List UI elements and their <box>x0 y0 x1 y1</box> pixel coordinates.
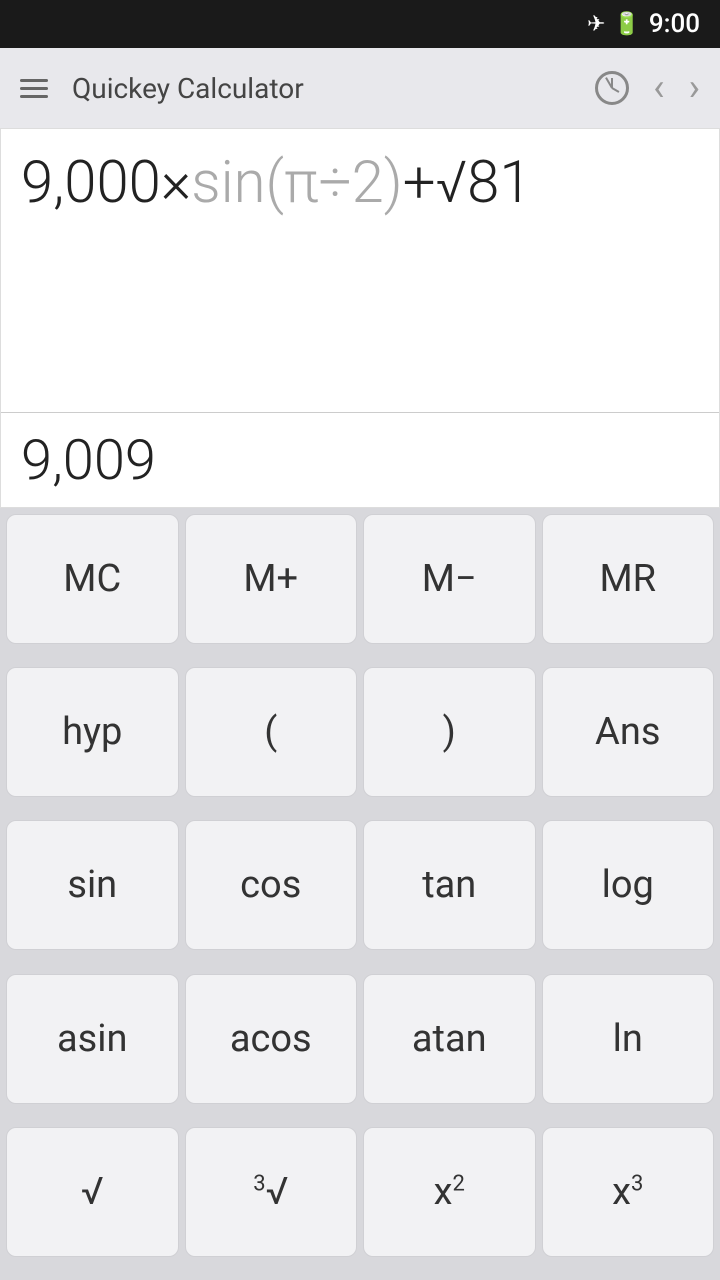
expression-end: +√81 <box>403 149 532 217</box>
hyp-button[interactable]: hyp <box>6 667 179 797</box>
mr-button[interactable]: MR <box>542 514 715 644</box>
tan-button[interactable]: tan <box>363 820 536 950</box>
cbrt-button[interactable]: 3√ <box>185 1127 358 1257</box>
x2-button[interactable]: x2 <box>363 1127 536 1257</box>
mplus-button[interactable]: M+ <box>185 514 358 644</box>
sin-button[interactable]: sin <box>6 820 179 950</box>
mminus-button[interactable]: M− <box>363 514 536 644</box>
atan-button[interactable]: atan <box>363 974 536 1104</box>
app-bar: Quickey Calculator ‹ › <box>0 48 720 128</box>
expression-trig: sin(π÷2) <box>191 149 402 217</box>
lparen-button[interactable]: ( <box>185 667 358 797</box>
ln-button[interactable]: ln <box>542 974 715 1104</box>
battery-icon: 🔋 <box>613 12 640 37</box>
sqrt-button[interactable]: √ <box>6 1127 179 1257</box>
status-bar: ✈ 🔋 9:00 <box>0 0 720 48</box>
acos-button[interactable]: acos <box>185 974 358 1104</box>
status-icons: ✈ 🔋 9:00 <box>587 9 700 39</box>
asin-button[interactable]: asin <box>6 974 179 1104</box>
log-button[interactable]: log <box>542 820 715 950</box>
forward-button[interactable]: › <box>689 66 700 110</box>
status-time: 9:00 <box>649 9 700 39</box>
keypad: MC M+ M− MR hyp ( ) Ans sin cos tan log … <box>0 508 720 1280</box>
ans-button[interactable]: Ans <box>542 667 715 797</box>
x3-button[interactable]: x3 <box>542 1127 715 1257</box>
result-display: 9,009 <box>21 413 699 507</box>
display-area: 9,000×sin(π÷2)+√81 9,009 <box>0 128 720 508</box>
airplane-icon: ✈ <box>587 12 605 37</box>
app-title: Quickey Calculator <box>72 72 571 105</box>
expression-plain: 9,000× <box>21 149 191 217</box>
rparen-button[interactable]: ) <box>363 667 536 797</box>
cos-button[interactable]: cos <box>185 820 358 950</box>
mc-button[interactable]: MC <box>6 514 179 644</box>
expression-display: 9,000×sin(π÷2)+√81 <box>21 149 699 412</box>
menu-button[interactable] <box>20 79 48 98</box>
back-button[interactable]: ‹ <box>653 66 664 110</box>
history-button[interactable] <box>595 71 629 105</box>
